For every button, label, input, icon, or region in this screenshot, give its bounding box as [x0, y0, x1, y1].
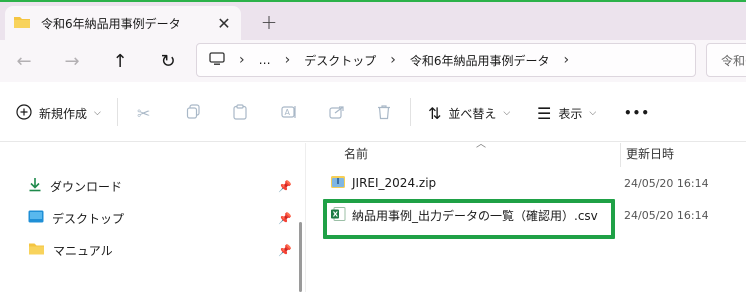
toolbar-divider — [410, 98, 411, 126]
breadcrumb-overflow[interactable]: … — [259, 53, 271, 67]
pin-icon[interactable]: 📌 — [278, 244, 292, 257]
sidebar-scrollbar[interactable] — [299, 222, 302, 292]
chevron-down-icon: ⌵ — [503, 108, 511, 118]
sort-button-label: 並べ替え — [448, 106, 497, 121]
sidebar-item-desktop[interactable]: デスクトップ 📌 — [28, 206, 292, 230]
sort-arrows-icon: ⇅ — [428, 103, 442, 123]
svg-text:A: A — [285, 108, 291, 117]
rename-button[interactable]: A — [281, 100, 297, 126]
view-list-icon: ☰ — [537, 103, 552, 123]
breadcrumb-chevron-icon[interactable]: › — [390, 52, 396, 68]
breadcrumb-desktop[interactable]: デスクトップ — [304, 52, 376, 69]
paste-button[interactable] — [233, 100, 247, 126]
view-button[interactable]: ☰ 表示 ⌵ — [537, 100, 596, 126]
new-tab-button[interactable]: + — [257, 10, 281, 34]
new-button[interactable]: 新規作成 ⌵ — [16, 100, 101, 126]
breadcrumb-chevron-icon[interactable]: › — [239, 52, 245, 68]
breadcrumb-chevron-icon[interactable]: › — [285, 52, 291, 68]
rename-icon: A — [281, 104, 297, 123]
chevron-down-icon: ⌵ — [589, 108, 597, 118]
new-button-label: 新規作成 — [39, 106, 88, 121]
refresh-button[interactable]: ↻ — [156, 49, 180, 73]
back-button[interactable]: ← — [12, 49, 36, 73]
tab-strip: 令和6年納品用事例データ ✕ + — [0, 2, 746, 40]
download-icon — [28, 177, 42, 195]
sidebar-item-label: デスクトップ — [52, 211, 125, 226]
clipboard-icon — [233, 103, 247, 123]
copy-icon — [186, 104, 201, 122]
sidebar-item-downloads[interactable]: ダウンロード 📌 — [28, 174, 292, 198]
share-button[interactable] — [329, 100, 345, 126]
sidebar-item-label: マニュアル — [53, 243, 113, 258]
column-header-modified[interactable]: 更新日時 — [626, 143, 674, 163]
file-row[interactable]: JIREI_2024.zip 24/05/20 16:14 — [330, 171, 740, 195]
sidebar-item-manual[interactable]: マニュアル 📌 — [28, 238, 292, 262]
scissors-icon: ✂ — [137, 103, 151, 123]
command-bar: 新規作成 ⌵ ✂ A ⇅ 並べ替え ⌵ ☰ 表示 ⌵ ••• — [0, 82, 746, 142]
plus-circle-icon — [16, 103, 32, 123]
cut-button[interactable]: ✂ — [137, 100, 150, 126]
tab-title: 令和6年納品用事例データ — [41, 16, 181, 31]
toolbar-divider — [117, 98, 118, 126]
close-tab-icon[interactable]: ✕ — [211, 11, 237, 35]
delete-button[interactable] — [377, 100, 391, 126]
forward-button[interactable]: → — [60, 49, 84, 73]
trash-icon — [377, 104, 391, 123]
sidebar-item-label: ダウンロード — [50, 179, 123, 194]
tab-current-folder[interactable]: 令和6年納品用事例データ ✕ — [5, 6, 241, 40]
sort-ascending-icon: ︿ — [476, 139, 486, 150]
pin-icon[interactable]: 📌 — [278, 180, 292, 193]
share-icon — [329, 104, 345, 123]
folder-icon — [28, 241, 45, 259]
file-name: JIREI_2024.zip — [352, 176, 437, 190]
pin-icon[interactable]: 📌 — [278, 212, 292, 225]
zip-icon — [330, 174, 346, 193]
sort-button[interactable]: ⇅ 並べ替え ⌵ — [428, 100, 510, 126]
breadcrumb-chevron-icon[interactable]: › — [563, 52, 569, 68]
folder-icon — [13, 14, 31, 33]
search-input[interactable]: 令和6 — [706, 43, 746, 77]
highlight-box — [323, 199, 615, 239]
file-modified: 24/05/20 16:14 — [624, 176, 709, 190]
navigation-pane: ダウンロード 📌 デスクトップ 📌 マニュアル 📌 — [0, 143, 296, 292]
breadcrumb-current-folder[interactable]: 令和6年納品用事例データ — [410, 52, 550, 69]
navigation-bar: ← → ↑ ↻ › … › デスクトップ › 令和6年納品用事例データ › 令和… — [0, 40, 746, 82]
copy-button[interactable] — [186, 100, 201, 126]
column-divider[interactable] — [620, 143, 621, 167]
chevron-down-icon: ⌵ — [94, 108, 101, 118]
view-button-label: 表示 — [558, 106, 583, 121]
column-header-name[interactable]: 名前 — [344, 143, 368, 163]
desktop-icon — [28, 210, 44, 226]
more-options-button[interactable]: ••• — [624, 100, 650, 126]
address-bar[interactable]: › … › デスクトップ › 令和6年納品用事例データ › — [196, 43, 696, 77]
up-button[interactable]: ↑ — [108, 49, 132, 73]
file-list: ︿ 名前 更新日時 JIREI_2024.zip 24/05/20 16:14 … — [306, 139, 746, 292]
file-modified: 24/05/20 16:14 — [624, 208, 709, 222]
computer-icon — [209, 51, 225, 69]
